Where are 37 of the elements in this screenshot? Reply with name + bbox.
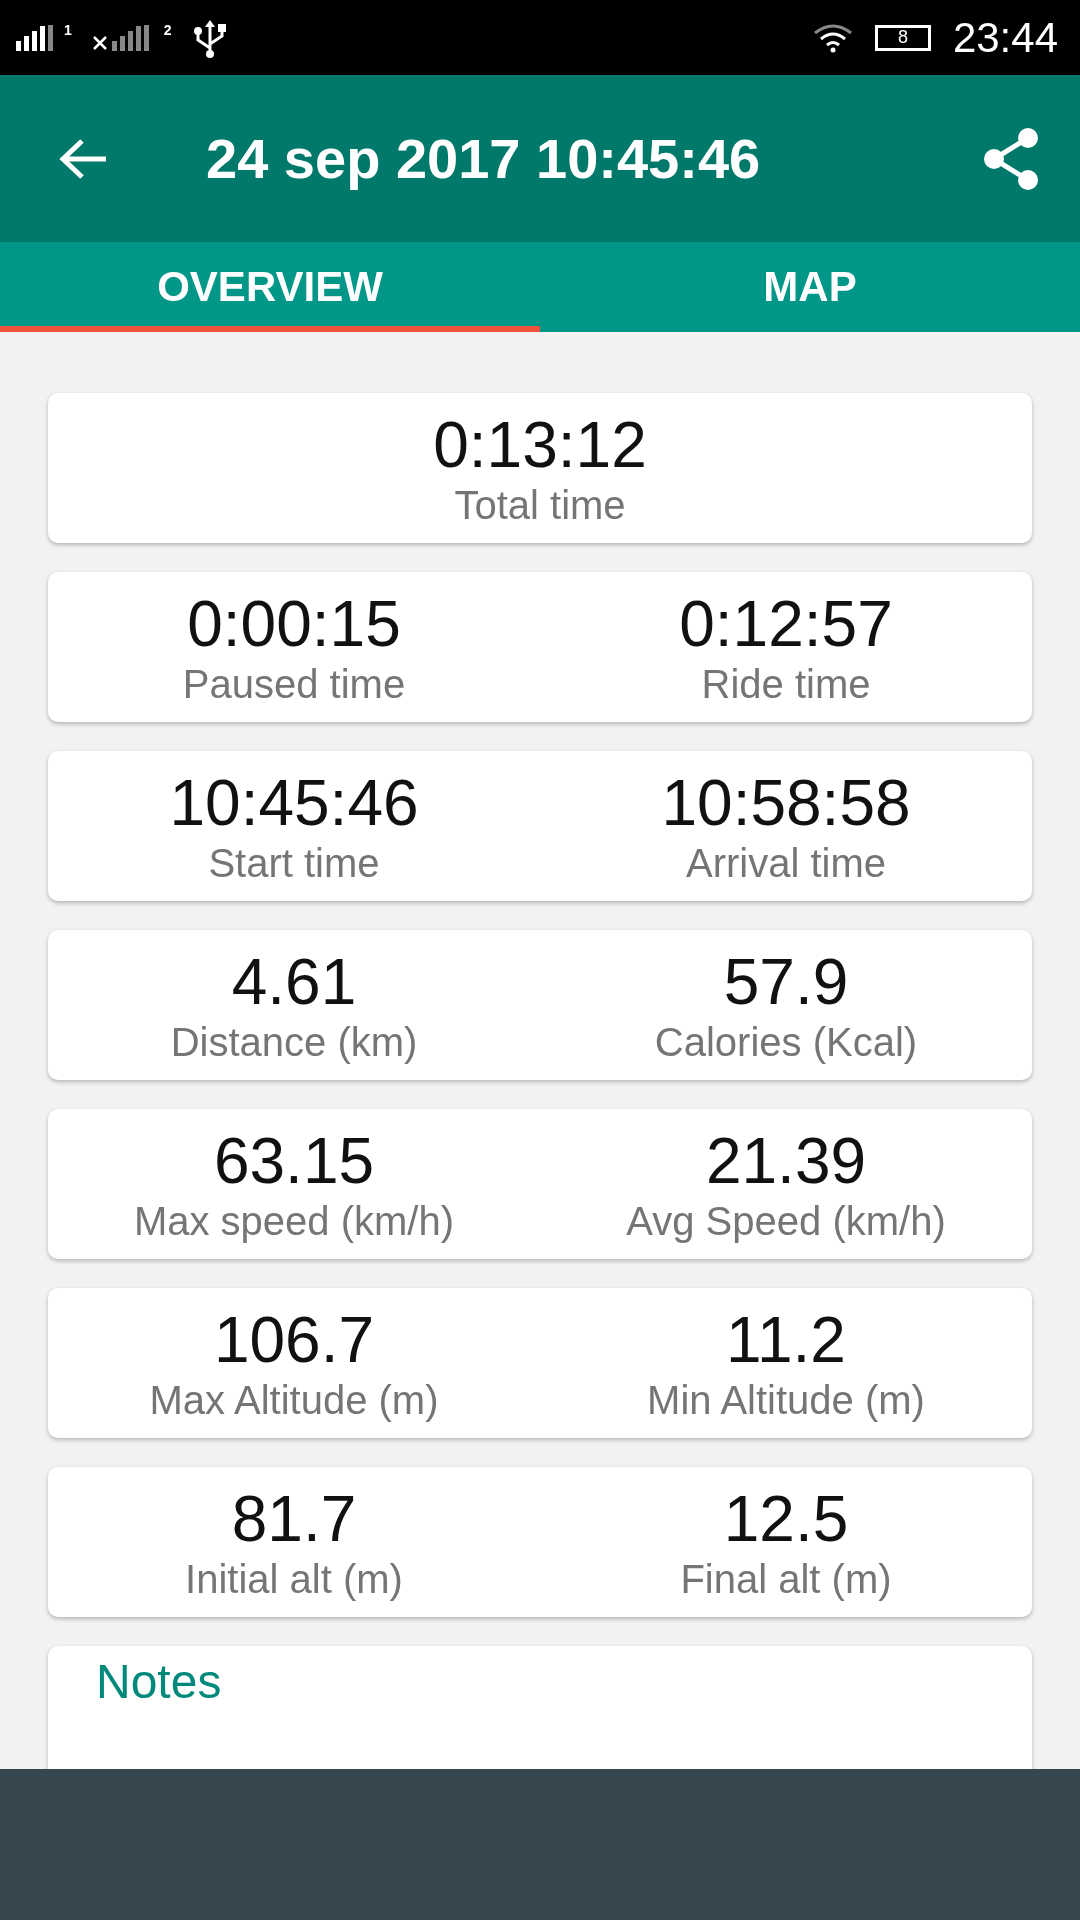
back-arrow-icon[interactable] [58,136,108,181]
stat-value: 11.2 [726,1304,846,1378]
clock-time: 23:44 [952,13,1058,62]
stat-value: 10:45:46 [169,767,419,841]
stat-label: Start time [208,840,380,885]
tab[interactable]: MAP [540,242,1080,332]
stat-value: 57.9 [723,946,849,1020]
stat-label: Total time [454,482,626,527]
stat-label: Arrival time [686,840,886,885]
share-icon[interactable] [982,127,1040,190]
stat-label: Max speed (km/h) [133,1198,455,1243]
tab[interactable]: OVERVIEW [0,242,540,332]
stat-value: 63.15 [213,1125,375,1199]
stat-label: Calories (Kcal) [654,1019,918,1064]
battery-icon: 8 [874,24,931,51]
sim-label: 2 [163,21,172,38]
stat-label: Paused time [182,661,406,706]
stat-value: 4.61 [231,946,357,1020]
app-bar-title: 24 sep 2017 10:45:46 [206,126,762,191]
stat-value: 106.7 [213,1304,375,1378]
stat-label: Final alt (m) [680,1556,892,1601]
stat-label: Distance (km) [170,1019,418,1064]
stat-value: 81.7 [231,1483,357,1557]
sim-label: 1 [64,21,72,38]
stat-label: Min Altitude (m) [647,1377,925,1422]
stat-value: 0:00:15 [187,588,401,662]
wifi-icon [812,22,853,53]
stat-value: 10:58:58 [661,767,911,841]
stat-label: Initial alt (m) [185,1556,403,1601]
stat-value: 12.5 [723,1483,849,1557]
stat-label: Ride time [701,661,871,706]
stat-value: 0:13:12 [433,409,647,483]
notes-title: Notes [96,1655,222,1708]
stat-value: 21.39 [705,1125,867,1199]
stat-value: 0:12:57 [679,588,893,662]
stat-label: Avg Speed (km/h) [626,1198,946,1243]
stat-label: Max Altitude (m) [149,1377,439,1422]
